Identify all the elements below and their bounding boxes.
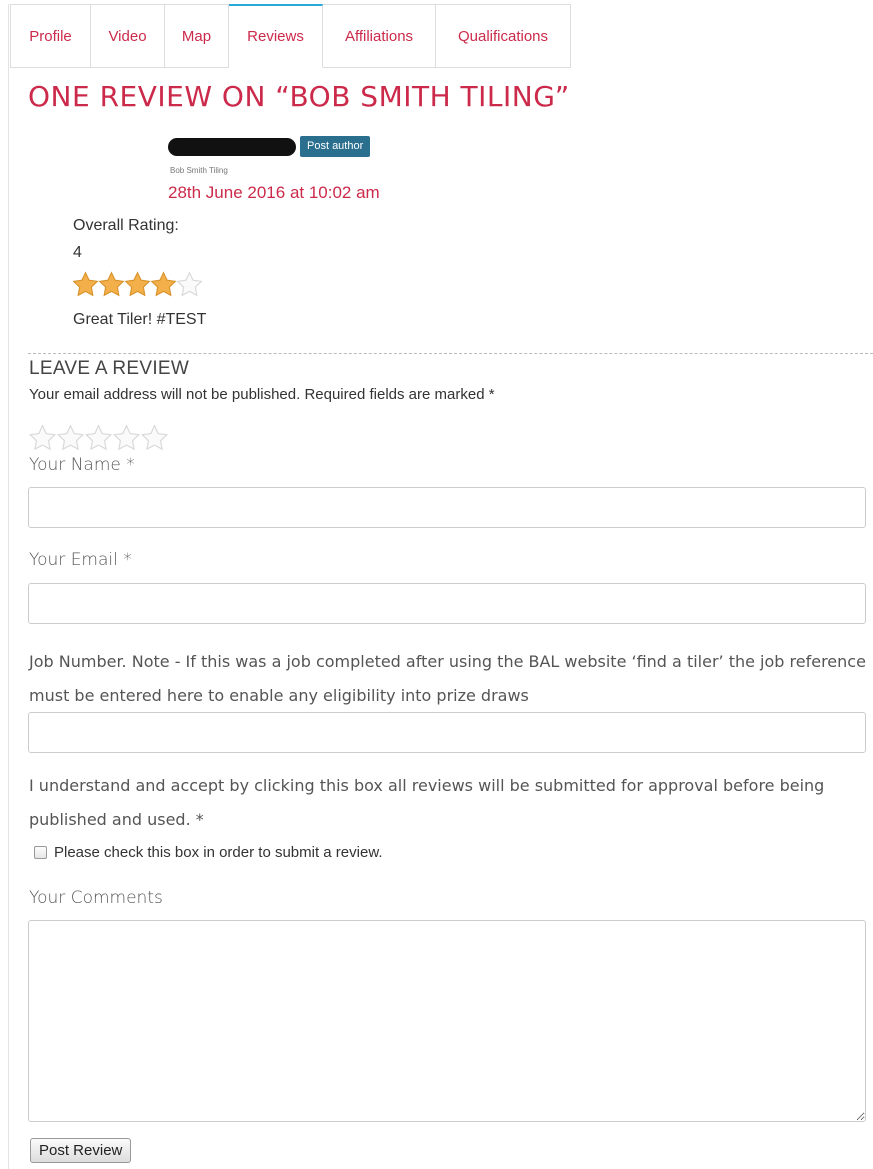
review-text: Great Tiler! #TEST [73, 311, 207, 328]
star-empty-icon[interactable] [56, 424, 85, 452]
comments-textarea[interactable] [28, 920, 866, 1122]
tab-video[interactable]: Video [91, 4, 165, 68]
star-filled-icon [124, 271, 151, 297]
star-empty-icon[interactable] [28, 424, 57, 452]
tab-profile[interactable]: Profile [10, 4, 91, 68]
star-empty-icon[interactable] [140, 424, 169, 452]
star-empty-icon[interactable] [112, 424, 141, 452]
tab-qualifications[interactable]: Qualifications [436, 4, 571, 68]
review-author: Post author [168, 136, 371, 157]
consent-checkbox-label[interactable]: Please check this box in order to submit… [54, 844, 383, 861]
required-notice: Your email address will not be published… [29, 386, 495, 403]
tab-affiliations[interactable]: Affiliations [323, 4, 436, 68]
job-number-input[interactable] [28, 712, 866, 753]
section-divider [28, 353, 873, 354]
star-filled-icon [72, 271, 99, 297]
tab-map[interactable]: Map [165, 4, 229, 68]
star-empty-icon [176, 271, 203, 297]
rating-stars [72, 271, 203, 298]
star-filled-icon [98, 271, 125, 297]
overall-rating-value: 4 [73, 244, 82, 261]
overall-rating-label: Overall Rating: [73, 217, 179, 234]
comments-label: Your Comments [29, 888, 163, 908]
post-author-badge: Post author [300, 136, 371, 157]
consent-checkbox[interactable] [34, 846, 47, 859]
reviews-title: ONE REVIEW ON “BOB SMITH TILING” [28, 80, 570, 113]
post-review-button[interactable]: Post Review [30, 1138, 132, 1163]
review-date-link[interactable]: 28th June 2016 at 10:02 am [168, 183, 380, 203]
author-name-redacted[interactable] [168, 137, 296, 156]
author-company: Bob Smith Tiling [170, 166, 228, 175]
consent-checkbox-row: Please check this box in order to submit… [34, 844, 383, 861]
job-number-label: Job Number. Note - If this was a job com… [29, 652, 866, 705]
tab-reviews[interactable]: Reviews [229, 4, 323, 68]
consent-label: I understand and accept by clicking this… [29, 776, 825, 829]
name-input[interactable] [28, 487, 866, 528]
rating-input-stars[interactable] [28, 424, 169, 452]
star-filled-icon [150, 271, 177, 297]
leave-review-title: LEAVE A REVIEW [29, 358, 190, 379]
profile-tabs: Profile Video Map Reviews Affiliations Q… [10, 4, 571, 68]
email-input[interactable] [28, 583, 866, 624]
star-empty-icon[interactable] [84, 424, 113, 452]
name-label: Your Name * [29, 455, 135, 475]
email-label: Your Email * [29, 550, 132, 570]
